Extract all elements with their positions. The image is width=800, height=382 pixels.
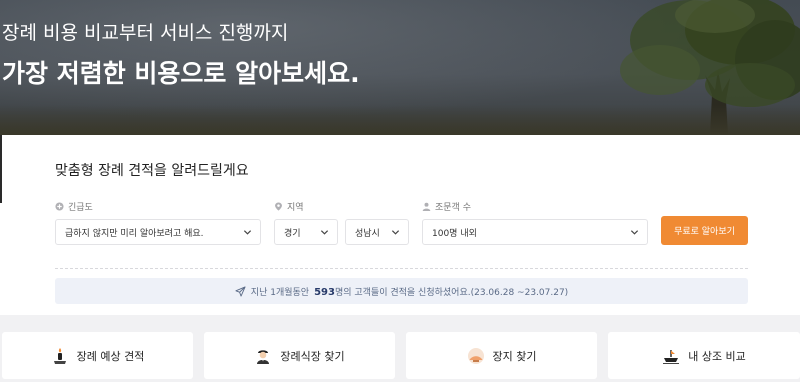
chevron-down-icon [630, 230, 639, 235]
notice-suffix: 명의 고객들이 견적을 신청하셨어요. [334, 287, 471, 298]
notice-period: (23.06.28 ~23.07.27) [470, 287, 569, 298]
burial-site-search-button[interactable]: 장지 찾기 [406, 332, 597, 379]
guests-label: 조문객 수 [422, 200, 471, 213]
province-value: 경기 [284, 228, 301, 239]
funeral-hall-search-label: 장례식장 찾기 [280, 349, 345, 363]
divider [55, 268, 748, 269]
hero-title: 가장 저렴한 비용으로 알아보세요. [2, 59, 360, 88]
hill-icon [467, 347, 484, 364]
hero-banner: 장례 비용 비교부터 서비스 진행까지 가장 저렴한 비용으로 알아보세요. [0, 0, 800, 135]
region-label: 지역 [274, 200, 304, 213]
urgency-value: 급하지 않지만 미리 알아보려고 해요. [65, 228, 204, 239]
paper-plane-icon [235, 285, 246, 297]
estimate-title: 맞춤형 장례 견적을 알려드릴게요 [55, 163, 249, 179]
person-icon [422, 202, 431, 211]
notice-prefix: 지난 1개월동안 [250, 287, 310, 298]
guests-label-text: 조문객 수 [435, 203, 471, 213]
province-select[interactable]: 경기 [274, 219, 338, 245]
notice-banner: 지난 1개월동안 593명의 고객들이 견적을 신청하셨어요.(23.06.28… [55, 278, 748, 304]
mutual-aid-compare-button[interactable]: 내 상조 비교 [608, 332, 800, 379]
get-free-estimate-button[interactable]: 무료로 알아보기 [661, 216, 748, 245]
guests-value: 100명 내외 [432, 228, 477, 239]
funeral-estimate-label: 장례 예상 견적 [76, 349, 145, 363]
plus-circle-icon [55, 202, 64, 211]
hero-subtitle: 장례 비용 비교부터 서비스 진행까지 [2, 22, 289, 44]
chevron-down-icon [391, 230, 400, 235]
notice-count: 593 [314, 286, 335, 298]
location-pin-icon [275, 202, 282, 211]
funeral-estimate-button[interactable]: 장례 예상 견적 [2, 332, 193, 379]
card-edge [0, 135, 2, 203]
chevron-down-icon [243, 230, 252, 235]
person-search-icon [257, 349, 270, 364]
ship-icon [663, 349, 680, 364]
urgency-select[interactable]: 급하지 않지만 미리 알아보려고 해요. [55, 219, 261, 245]
city-select[interactable]: 성남시 [345, 219, 409, 245]
urgency-label: 긴급도 [55, 200, 93, 213]
region-label-text: 지역 [287, 203, 304, 213]
estimate-card: 맞춤형 장례 견적을 알려드릴게요 긴급도 지역 조문객 수 급하지 않지만 미… [0, 135, 800, 315]
urgency-label-text: 긴급도 [68, 203, 93, 213]
burial-site-search-label: 장지 찾기 [492, 349, 537, 363]
funeral-hall-search-button[interactable]: 장례식장 찾기 [204, 332, 395, 379]
chevron-down-icon [320, 230, 329, 235]
city-value: 성남시 [355, 228, 380, 239]
candle-icon [53, 347, 66, 364]
hero-ground [0, 105, 800, 135]
guests-select[interactable]: 100명 내외 [422, 219, 648, 245]
mutual-aid-compare-label: 내 상조 비교 [688, 349, 746, 363]
